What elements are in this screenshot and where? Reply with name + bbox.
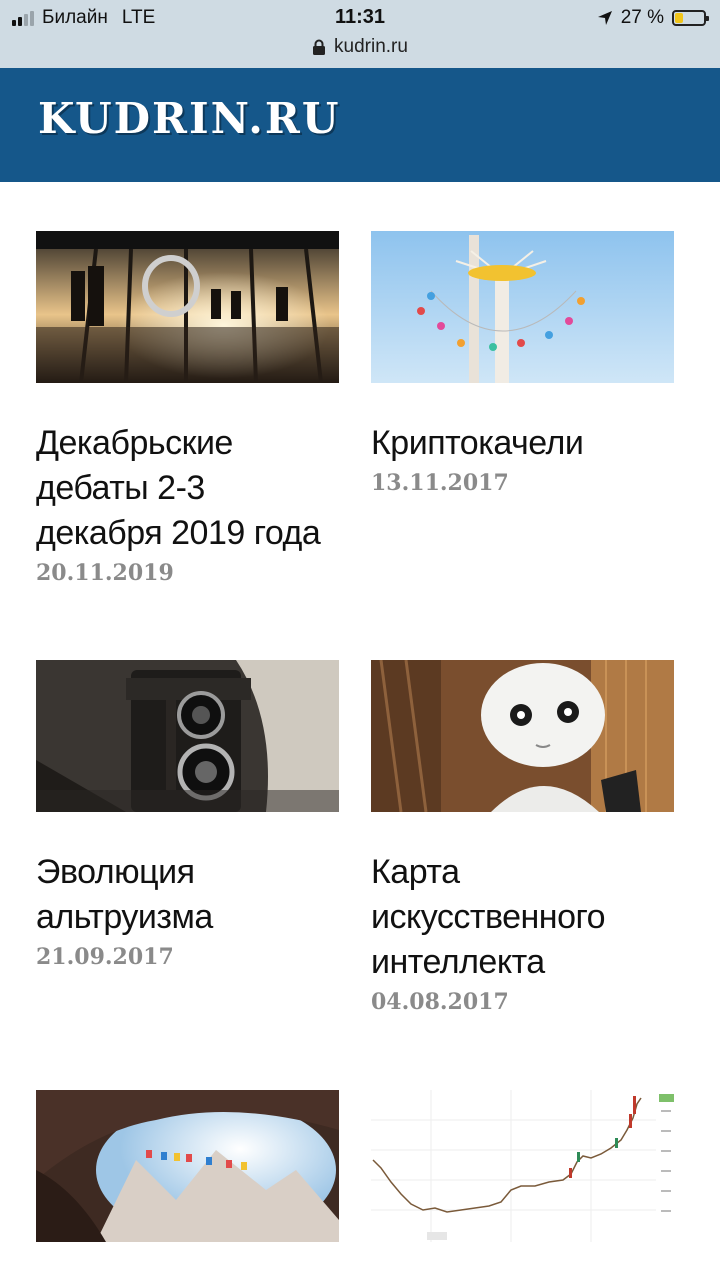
article-title[interactable]: Криптокачели (371, 421, 674, 466)
status-right: 27 % (597, 7, 709, 29)
location-arrow-icon (597, 11, 612, 25)
article-image-conference[interactable] (36, 231, 339, 383)
article-card[interactable] (36, 1090, 339, 1242)
status-bar: Билайн LTE 11:31 27 % kudrin.ru (0, 0, 720, 68)
article-card[interactable]: Криптокачели 13.11.2017 (371, 231, 674, 496)
article-card[interactable]: Карта искусственного интеллекта 04.08.20… (371, 660, 674, 1015)
article-date: 21.09.2017 (36, 944, 174, 970)
article-image-cave-flags[interactable] (36, 1090, 339, 1242)
battery-percent: 27 % (620, 7, 664, 28)
article-image-price-chart[interactable] (371, 1090, 674, 1242)
address-bar[interactable]: kudrin.ru (0, 36, 720, 58)
battery-icon (672, 10, 709, 26)
article-title[interactable]: Карта искусственного интеллекта (371, 850, 674, 985)
site-header: KUDRIN.RU (0, 68, 720, 182)
battery-level (675, 13, 683, 23)
article-image-swing-ride[interactable] (371, 231, 674, 383)
article-date: 13.11.2017 (371, 470, 509, 496)
article-date: 20.11.2019 (36, 560, 174, 586)
article-date: 04.08.2017 (371, 989, 509, 1015)
article-image-robot[interactable] (371, 660, 674, 812)
article-card[interactable]: Декабрьские дебаты 2-3 декабря 2019 года… (36, 231, 339, 586)
article-title[interactable]: Декабрьские дебаты 2-3 декабря 2019 года (36, 421, 339, 556)
article-image-vintage-camera[interactable] (36, 660, 339, 812)
article-title[interactable]: Эволюция альтруизма (36, 850, 339, 940)
article-card[interactable]: Эволюция альтруизма 21.09.2017 (36, 660, 339, 970)
site-logo[interactable]: KUDRIN.RU (38, 94, 340, 143)
article-card[interactable] (371, 1090, 674, 1242)
lock-icon (313, 39, 326, 55)
url-text: kudrin.ru (334, 36, 408, 57)
